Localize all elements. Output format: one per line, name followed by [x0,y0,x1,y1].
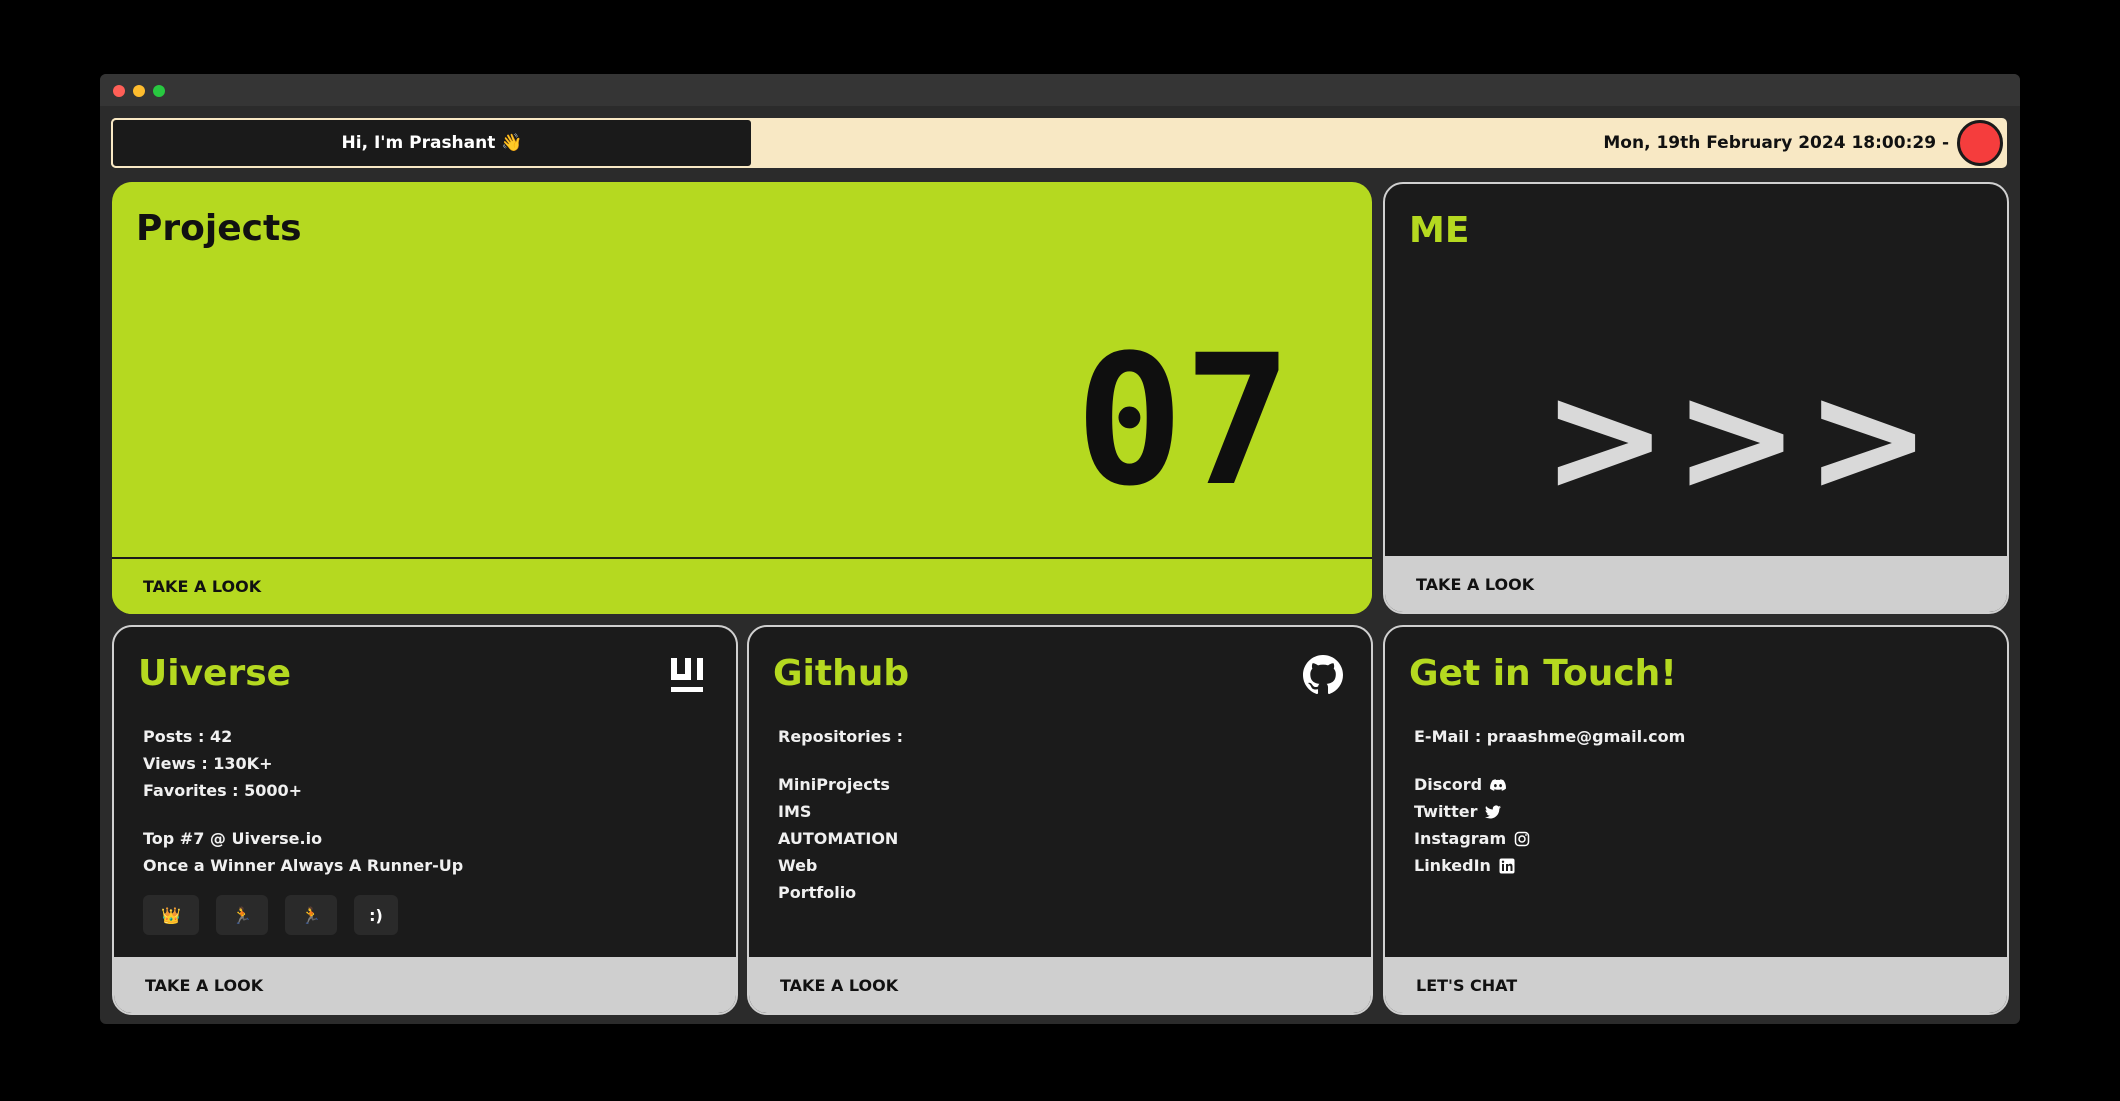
uiverse-title: Uiverse [138,653,292,694]
greeting-box: Hi, I'm Prashant 👋 [111,118,753,168]
twitter-link[interactable]: Twitter [1414,798,1685,825]
github-icon [1303,655,1343,695]
github-take-a-look-button[interactable]: TAKE A LOOK [749,957,1371,1013]
linkedin-link[interactable]: LinkedIn [1414,852,1685,879]
github-repos-label: Repositories : [778,727,903,746]
repo-link[interactable]: AUTOMATION [778,825,903,852]
instagram-icon [1514,831,1530,846]
browser-window: Hi, I'm Prashant 👋 Mon, 19th February 20… [100,74,2020,1024]
uiverse-logo-icon [671,658,703,692]
projects-title: Projects [136,208,302,249]
smiley-badge: :) [354,895,398,935]
projects-take-a-look-button[interactable]: TAKE A LOOK [112,557,1372,614]
uiverse-take-a-look-button[interactable]: TAKE A LOOK [114,957,736,1013]
repo-link[interactable]: Portfolio [778,879,903,906]
me-arrows: >>> [1541,352,1937,526]
repo-link[interactable]: IMS [778,798,903,825]
uiverse-favorites: Favorites : 5000+ [143,781,303,800]
header-bar: Hi, I'm Prashant 👋 Mon, 19th February 20… [111,118,2007,168]
contact-card: Get in Touch! E-Mail : praashme@gmail.co… [1383,625,2009,1015]
uiverse-stats-list: Posts : 42 Views : 130K+ Favorites : 500… [143,723,463,879]
uiverse-posts: Posts : 42 [143,727,233,746]
repo-link[interactable]: MiniProjects [778,771,903,798]
discord-label: Discord [1414,775,1483,794]
uiverse-card: Uiverse Posts : 42 Views : 130K+ Favorit… [112,625,738,1015]
contact-list: E-Mail : praashme@gmail.com Discord Twit… [1414,723,1685,879]
lets-chat-button[interactable]: LET'S CHAT [1385,957,2007,1013]
crown-badge: 👑 [143,895,199,935]
discord-icon [1490,778,1507,791]
github-title: Github [773,653,910,694]
contact-title: Get in Touch! [1409,653,1677,694]
maximize-window-button[interactable] [153,85,165,97]
minimize-window-button[interactable] [133,85,145,97]
twitter-label: Twitter [1414,802,1478,821]
me-take-a-look-button[interactable]: TAKE A LOOK [1385,556,2007,612]
instagram-link[interactable]: Instagram [1414,825,1685,852]
linkedin-label: LinkedIn [1414,856,1491,875]
me-title: ME [1409,210,1470,251]
github-card: Github Repositories : MiniProjects IMS A… [747,625,1373,1015]
repo-link[interactable]: Web [778,852,903,879]
instagram-label: Instagram [1414,829,1507,848]
linkedin-icon [1499,858,1515,873]
runner-badge-2: 🏃 [285,895,337,935]
close-window-button[interactable] [113,85,125,97]
email-text: E-Mail : praashme@gmail.com [1414,727,1686,746]
projects-card: Projects 07 TAKE A LOOK [112,182,1372,614]
uiverse-badges: 👑 🏃 🏃 :) [143,895,415,935]
uiverse-views: Views : 130K+ [143,754,273,773]
runner-badge: 🏃 [216,895,268,935]
me-card: ME >>> TAKE A LOOK [1383,182,2009,614]
status-indicator[interactable] [1957,120,2003,166]
projects-count: 07 [1075,317,1292,526]
uiverse-motto: Once a Winner Always A Runner-Up [143,856,464,875]
github-repo-list: Repositories : MiniProjects IMS AUTOMATI… [778,723,903,906]
twitter-icon [1485,804,1502,818]
discord-link[interactable]: Discord [1414,771,1685,798]
uiverse-rank: Top #7 @ Uiverse.io [143,829,323,848]
window-titlebar [100,74,2020,106]
datetime-display: Mon, 19th February 2024 18:00:29 - [1603,133,1949,153]
